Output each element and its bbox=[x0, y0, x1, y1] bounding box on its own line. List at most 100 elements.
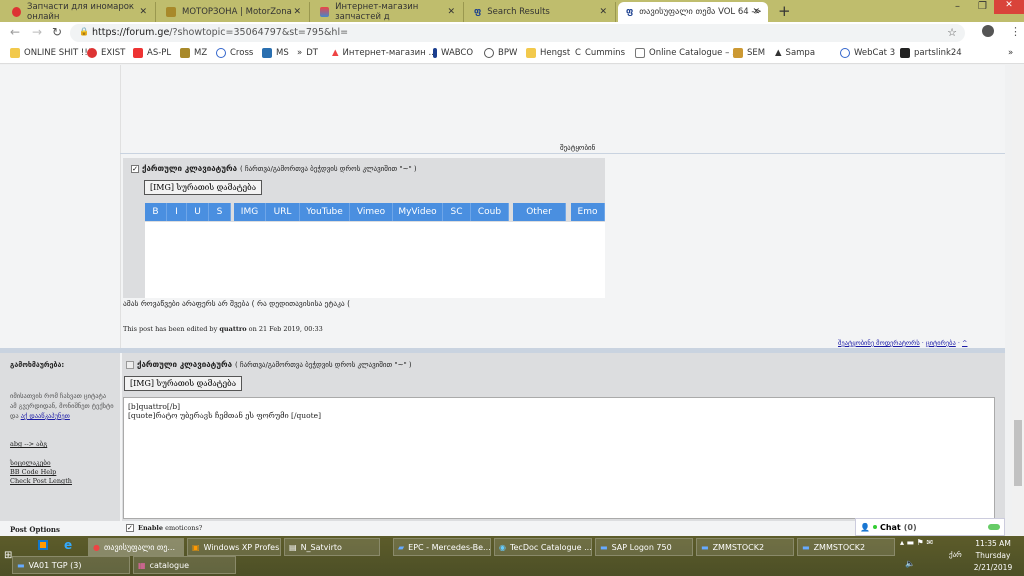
taskbar-item[interactable]: ● თავისუფალი თე... bbox=[88, 538, 184, 556]
bookmark[interactable]: Cross bbox=[216, 48, 253, 58]
volume-icon[interactable]: 🔈 bbox=[905, 559, 915, 568]
keyboard-toggle[interactable]: ქართული კლავიატურა ( ჩართვა/გამორთვა ბეჭ… bbox=[126, 360, 412, 369]
close-window-button[interactable]: ✕ bbox=[994, 0, 1024, 14]
tab[interactable]: Запчасти для иномарок онлайн ✕ bbox=[4, 2, 156, 22]
bookmark[interactable]: C Cummins bbox=[575, 48, 625, 58]
sc-button[interactable]: SC bbox=[443, 203, 471, 221]
tab[interactable]: МОТОРЗОНА | MotorZona ✕ bbox=[158, 2, 310, 22]
taskbar-item[interactable]: ▰ EPC - Mercedes-Be... bbox=[393, 538, 491, 556]
back-icon[interactable]: ← bbox=[10, 25, 20, 39]
bookmark[interactable]: Hengst bbox=[526, 48, 570, 58]
bookmark[interactable]: ONLINE SHIT !!! bbox=[10, 48, 91, 58]
close-tab-icon[interactable]: ✕ bbox=[599, 7, 607, 17]
chat-widget[interactable]: 👤 Chat (0) bbox=[855, 518, 1005, 536]
close-tab-icon[interactable]: ✕ bbox=[447, 7, 455, 17]
img-button[interactable]: IMG bbox=[234, 203, 266, 221]
bookmark[interactable]: MS bbox=[262, 48, 289, 58]
quick-editor-textarea[interactable] bbox=[145, 222, 605, 298]
bold-button[interactable]: B bbox=[145, 203, 167, 221]
checkbox-checked-icon[interactable]: ✓ bbox=[131, 164, 139, 173]
quote-link[interactable]: ციტირება bbox=[926, 339, 956, 347]
new-tab-button[interactable]: + bbox=[778, 2, 791, 20]
bookmark[interactable]: SEM bbox=[733, 48, 765, 58]
bbcode-help-link[interactable]: BB Code Help bbox=[10, 468, 56, 476]
bookmark[interactable]: Online Catalogue – ... bbox=[635, 48, 740, 58]
ie-icon[interactable]: e bbox=[64, 538, 72, 552]
top-link[interactable]: ^ bbox=[962, 339, 967, 347]
bookmark[interactable]: MZ bbox=[180, 48, 207, 58]
youtube-button[interactable]: YouTube bbox=[300, 203, 350, 221]
bookmark[interactable]: partslink24 bbox=[900, 48, 962, 58]
underline-button[interactable]: U bbox=[187, 203, 209, 221]
report-moderator-link[interactable]: შეატყობინე მოდერატორს bbox=[838, 339, 920, 347]
coub-button[interactable]: Coub bbox=[471, 203, 509, 221]
bookmark[interactable]: AS-PL bbox=[133, 48, 171, 58]
outlook-icon[interactable] bbox=[38, 540, 48, 550]
sap-icon: ▬ bbox=[701, 542, 709, 552]
forum-favicon-icon: ფ bbox=[626, 7, 634, 17]
scrollbar[interactable] bbox=[1012, 65, 1024, 536]
reply-textarea[interactable]: [b]quattro[/b] [quote]რატო უბერავს ჩემთა… bbox=[123, 397, 995, 519]
scrollbar-thumb[interactable] bbox=[1014, 420, 1022, 486]
bookmark[interactable]: » DT bbox=[297, 48, 318, 58]
check-length-link[interactable]: Check Post Length bbox=[10, 477, 72, 485]
taskbar-item[interactable]: ▤ N_Satvirto bbox=[284, 538, 380, 556]
bookmark[interactable]: ▲ Sampa bbox=[775, 48, 815, 58]
taskbar-item[interactable]: ◉ TecDoc Catalogue ... bbox=[494, 538, 592, 556]
taskbar-item[interactable]: ▬ ZMMSTOCK2 bbox=[797, 538, 895, 556]
taskbar-item[interactable]: ▬ SAP Logon 750 bbox=[595, 538, 693, 556]
bookmark[interactable]: EXIST bbox=[87, 48, 125, 58]
menu-icon[interactable]: ⋮ bbox=[1010, 25, 1021, 38]
smilies-link[interactable]: სიცილაკები bbox=[10, 459, 51, 467]
tray-icons[interactable]: ▴ ▬ ⚑ ✉ bbox=[900, 538, 933, 547]
more-bookmarks-icon[interactable]: » bbox=[1008, 48, 1013, 58]
tab[interactable]: ფ Search Results ✕ bbox=[466, 2, 616, 22]
add-image-button[interactable]: [IMG] სურათის დამატება bbox=[144, 180, 263, 195]
sem-icon bbox=[733, 48, 743, 58]
forward-icon[interactable]: → bbox=[32, 25, 42, 39]
close-tab-icon[interactable]: ✕ bbox=[293, 7, 301, 17]
taskbar-item[interactable]: ▦ catalogue bbox=[133, 556, 236, 574]
close-tab-icon[interactable]: ✕ bbox=[139, 7, 147, 17]
bookmark[interactable]: ▲ Интернет-магазин ... bbox=[332, 48, 437, 58]
url-button[interactable]: URL bbox=[266, 203, 300, 221]
taskbar-item[interactable]: ▣ Windows XP Profes... bbox=[187, 538, 281, 556]
taskbar-item[interactable]: ▬ ZMMSTOCK2 bbox=[696, 538, 794, 556]
bookmark-star-icon[interactable]: ☆ bbox=[947, 26, 957, 39]
profile-icon[interactable] bbox=[982, 25, 994, 37]
minimize-button[interactable]: – bbox=[955, 1, 960, 12]
italic-button[interactable]: I bbox=[167, 203, 187, 221]
strike-button[interactable]: S bbox=[209, 203, 231, 221]
translit-link[interactable]: abg --> აბგ bbox=[10, 440, 47, 448]
quote-hint-link[interactable]: აქ დააწკაპუნეთ bbox=[21, 412, 70, 420]
post-options-label: Post Options bbox=[10, 525, 60, 534]
quote-hint: იმისათვის რომ ჩასვათ ციტატა ამ გვერდიდან… bbox=[10, 392, 114, 420]
bookmark[interactable]: BPW bbox=[484, 48, 517, 58]
enable-emoticons[interactable]: ✓ Enable emoticons? bbox=[126, 524, 202, 532]
emo-button[interactable]: Emo bbox=[571, 203, 605, 221]
myvideo-button[interactable]: MyVideo bbox=[393, 203, 443, 221]
add-image-button[interactable]: [IMG] სურათის დამატება bbox=[124, 376, 243, 391]
clock[interactable]: 11:35 AM Thursday 2/21/2019 bbox=[965, 538, 1021, 574]
address-toolbar: ← → ↻ 🔒 https://forum.ge/?showtopic=3506… bbox=[0, 22, 1024, 44]
lock-icon: 🔒 bbox=[79, 27, 89, 36]
tab-active[interactable]: ფ თავისუფალი თემა VOL 64 -> ✕ bbox=[618, 2, 768, 22]
taskbar-item[interactable]: ▬ VA01 TGP (3) bbox=[12, 556, 130, 574]
bookmark[interactable]: WABCO bbox=[433, 48, 473, 58]
url-input[interactable]: 🔒 https://forum.ge/?showtopic=35064797&s… bbox=[70, 24, 965, 42]
checkbox-unchecked-icon[interactable] bbox=[126, 360, 134, 369]
vimeo-button[interactable]: Vimeo bbox=[350, 203, 393, 221]
report-label[interactable]: შეატყობინ bbox=[560, 144, 595, 152]
other-button[interactable]: Other bbox=[513, 203, 566, 221]
keyboard-toggle[interactable]: ✓ ქართული კლავიატურა ( ჩართვა/გამორთვა ბ… bbox=[131, 164, 417, 173]
bookmark[interactable]: WebCat 3 bbox=[840, 48, 895, 58]
column-divider bbox=[120, 353, 122, 536]
close-tab-icon[interactable]: ✕ bbox=[752, 7, 760, 17]
restore-button[interactable]: ❐ bbox=[978, 1, 987, 12]
reload-icon[interactable]: ↻ bbox=[52, 25, 62, 39]
tab[interactable]: Интернет-магазин запчастей д ✕ bbox=[312, 2, 464, 22]
language-indicator[interactable]: ქარ bbox=[949, 551, 962, 559]
chat-toggle[interactable] bbox=[988, 524, 1000, 530]
column-divider bbox=[120, 65, 121, 350]
checkbox-checked-icon[interactable]: ✓ bbox=[126, 524, 134, 532]
